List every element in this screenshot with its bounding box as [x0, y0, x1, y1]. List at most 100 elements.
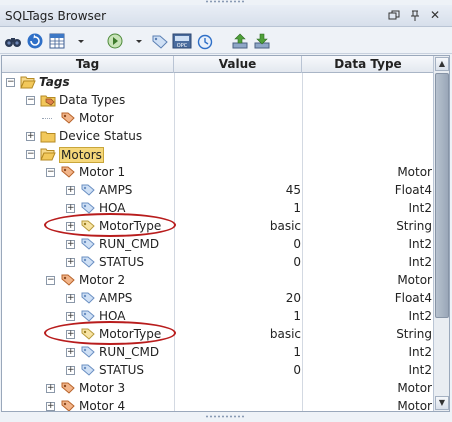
tag-value: basic [269, 327, 301, 341]
tag-data-type: Motor [397, 165, 432, 179]
tree-row[interactable]: + Motor 4 Motor [2, 397, 434, 412]
expand-toggle-icon[interactable]: + [66, 204, 75, 213]
tag-name[interactable]: Motor 3 [79, 381, 125, 395]
close-icon[interactable]: ✕ [427, 8, 443, 24]
tree-row[interactable]: − Motors [2, 145, 434, 163]
expand-toggle-icon[interactable]: + [46, 384, 55, 393]
tree-row[interactable]: + HOA 1 Int2 [2, 199, 434, 217]
tag-data-type: Motor [397, 273, 432, 287]
clock-icon[interactable] [196, 32, 214, 50]
dropdown-icon[interactable] [76, 32, 86, 50]
tree-row[interactable]: + Device Status [2, 127, 434, 145]
collapse-toggle-icon[interactable]: − [46, 168, 55, 177]
expand-toggle-icon[interactable]: + [66, 258, 75, 267]
tree-row[interactable]: − Motor 2 Motor [2, 271, 434, 289]
tag-name[interactable]: Motor 1 [79, 165, 125, 179]
tag-value: basic [269, 219, 301, 233]
scrollbar-thumb[interactable] [435, 73, 449, 318]
tree-row[interactable]: + STATUS 0 Int2 [2, 361, 434, 379]
tree-row[interactable]: + RUN_CMD 1 Int2 [2, 343, 434, 361]
tree-row[interactable]: + RUN_CMD 0 Int2 [2, 235, 434, 253]
folder-icon [40, 128, 56, 144]
tag-name[interactable]: RUN_CMD [99, 345, 159, 359]
svg-text:OPC: OPC [177, 43, 188, 49]
refresh-icon[interactable] [26, 32, 44, 50]
tag-name[interactable]: Tags [39, 75, 70, 89]
opc-icon[interactable]: OPC [172, 32, 192, 50]
tag-name[interactable]: Data Types [59, 93, 125, 107]
tag-icon [80, 290, 96, 306]
scroll-down-button[interactable]: ▼ [435, 396, 449, 410]
toolbar: OPC [0, 28, 452, 54]
tree-row[interactable]: − Motor 1 Motor [2, 163, 434, 181]
tag-data-type: Int2 [408, 309, 432, 323]
tag-name[interactable]: Motor 2 [79, 273, 125, 287]
tree-row[interactable]: + AMPS 20 Float4 [2, 289, 434, 307]
expand-toggle-icon[interactable]: + [46, 402, 55, 411]
tag-icon [80, 182, 96, 198]
tag-name[interactable]: Motors [59, 147, 104, 163]
expand-toggle-icon[interactable]: + [66, 240, 75, 249]
tag-data-type: String [396, 327, 432, 341]
tag-data-type: Float4 [394, 183, 432, 197]
scroll-up-button[interactable]: ▲ [435, 57, 449, 71]
bottom-resize-grip[interactable] [205, 415, 245, 418]
collapse-toggle-icon[interactable]: − [26, 96, 35, 105]
dropdown-icon[interactable] [134, 32, 144, 50]
tree-row[interactable]: Motor [2, 109, 434, 127]
udt-instance-icon [60, 398, 76, 411]
collapse-toggle-icon[interactable]: − [46, 276, 55, 285]
tag-data-type: Int2 [408, 363, 432, 377]
tree-row[interactable]: + HOA 1 Int2 [2, 307, 434, 325]
expand-toggle-icon[interactable]: + [66, 294, 75, 303]
tag-name[interactable]: Device Status [59, 129, 142, 143]
udt-instance-icon [60, 164, 76, 180]
tag-value: 1 [293, 345, 301, 359]
tag-name[interactable]: RUN_CMD [99, 237, 159, 251]
tag-icon [80, 236, 96, 252]
tag-value: 20 [285, 291, 301, 305]
table-icon[interactable] [48, 32, 66, 50]
tag-data-type: Int2 [408, 255, 432, 269]
tag-value: 0 [293, 237, 301, 251]
add-tag-icon[interactable] [106, 32, 124, 50]
tag-name[interactable]: AMPS [99, 291, 132, 305]
tree-row[interactable]: + Motor 3 Motor [2, 379, 434, 397]
vertical-scrollbar[interactable]: ▲ ▼ [433, 56, 449, 411]
tag-icon [80, 362, 96, 378]
tree-row[interactable]: + STATUS 0 Int2 [2, 253, 434, 271]
tag-icon[interactable] [151, 32, 169, 50]
highlight-ring [44, 213, 176, 237]
import-icon[interactable] [253, 32, 271, 50]
tag-name[interactable]: STATUS [99, 255, 144, 269]
tag-name[interactable]: Motor 4 [79, 399, 125, 411]
collapse-toggle-icon[interactable]: − [6, 78, 15, 87]
tag-icon [80, 254, 96, 270]
tag-data-type: Motor [397, 399, 432, 412]
open-folder-icon [20, 74, 36, 90]
top-resize-grip[interactable] [205, 0, 245, 3]
sqltags-browser-window: SQLTags Browser ✕ OPC Tag Value Data Typ… [0, 0, 452, 422]
tree-row[interactable]: − Data Types [2, 91, 434, 109]
tree-row[interactable]: + AMPS 45 Float4 [2, 181, 434, 199]
export-icon[interactable] [231, 32, 249, 50]
tag-data-type: Int2 [408, 345, 432, 359]
tree-row[interactable]: − Tags [2, 73, 434, 91]
expand-toggle-icon[interactable]: + [26, 132, 35, 141]
binoculars-icon[interactable] [4, 32, 22, 50]
column-header-datatype[interactable]: Data Type [302, 56, 434, 73]
tag-value: 1 [293, 309, 301, 323]
expand-toggle-icon[interactable]: + [66, 366, 75, 375]
expand-toggle-icon[interactable]: + [66, 312, 75, 321]
column-header-value[interactable]: Value [174, 56, 302, 73]
column-header-tag[interactable]: Tag [2, 56, 174, 73]
expand-toggle-icon[interactable]: + [66, 186, 75, 195]
tag-value: 0 [293, 255, 301, 269]
restore-icon[interactable] [386, 8, 402, 24]
pin-icon[interactable] [407, 8, 423, 24]
tag-name[interactable]: Motor [79, 111, 114, 125]
tag-name[interactable]: STATUS [99, 363, 144, 377]
collapse-toggle-icon[interactable]: − [26, 150, 35, 159]
expand-toggle-icon[interactable]: + [66, 348, 75, 357]
tag-name[interactable]: AMPS [99, 183, 132, 197]
